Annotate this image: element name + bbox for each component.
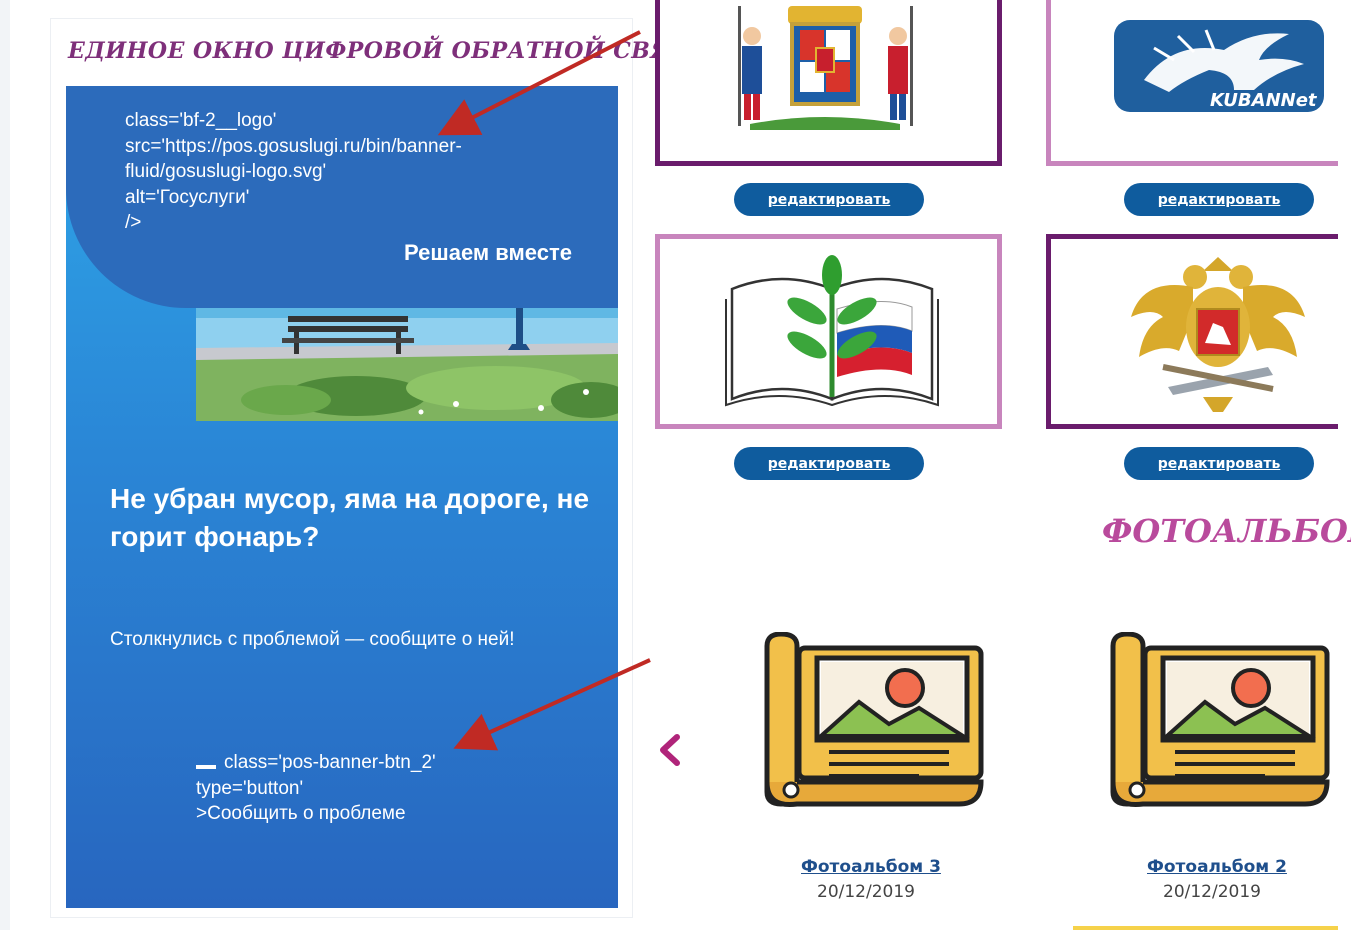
chevron-left-icon[interactable] (655, 733, 685, 767)
album-date: 20/12/2019 (1163, 882, 1261, 902)
photo-scroll-icon[interactable] (1105, 632, 1331, 808)
russia-coat-of-arms-icon (1131, 257, 1305, 412)
album-title-link[interactable]: Фотоальбом 2 (1147, 857, 1287, 877)
edit-button[interactable]: редактировать (1124, 447, 1314, 480)
card-education[interactable] (655, 234, 1002, 429)
banner-slogan: Решаем вместе (404, 240, 572, 265)
photo-scroll-icon[interactable] (759, 632, 985, 808)
kubannet-logo-text: KUBANNet (1210, 90, 1318, 111)
panel-title: ЕДИНОЕ ОКНО ЦИФРОВОЙ ОБРАТНОЙ СВЯЗИ (68, 38, 708, 64)
page-left-strip (0, 0, 10, 930)
card-kubannet[interactable]: KUBANNet (1046, 0, 1338, 166)
edit-button[interactable]: редактировать (734, 447, 924, 480)
card-krasnodar[interactable] (655, 0, 1002, 166)
banner-headline: Не убран мусор, яма на дороге, не горит … (110, 483, 590, 552)
report-button-code-text: class='pos-banner-btn_2' type='button' >… (196, 752, 436, 824)
report-button-code[interactable]: class='pos-banner-btn_2' type='button' >… (196, 750, 576, 827)
banner-subtext: Столкнулись с проблемой — сообщите о ней… (110, 629, 515, 650)
edit-button[interactable]: редактировать (734, 183, 924, 216)
logo-code-text: class='bf-2__logo' src='https://pos.gosu… (125, 110, 462, 233)
gosuslugi-banner: class='bf-2__logo' src='https://pos.gosu… (66, 86, 618, 908)
card-russia[interactable] (1046, 234, 1338, 429)
dash-mark (196, 764, 216, 769)
kubannet-logo-icon: KUBANNet (1114, 20, 1324, 112)
album-date: 20/12/2019 (817, 882, 915, 902)
edit-button[interactable]: редактировать (1124, 183, 1314, 216)
album-title-link[interactable]: Фотоальбом 3 (801, 857, 941, 877)
park-illustration (196, 308, 618, 421)
yellow-accent-line (1073, 926, 1338, 930)
krasnodar-coat-of-arms-icon (738, 6, 913, 130)
section-title-photoalbum: ФОТОАЛЬБОМ (1102, 512, 1351, 550)
education-book-icon (725, 255, 939, 407)
